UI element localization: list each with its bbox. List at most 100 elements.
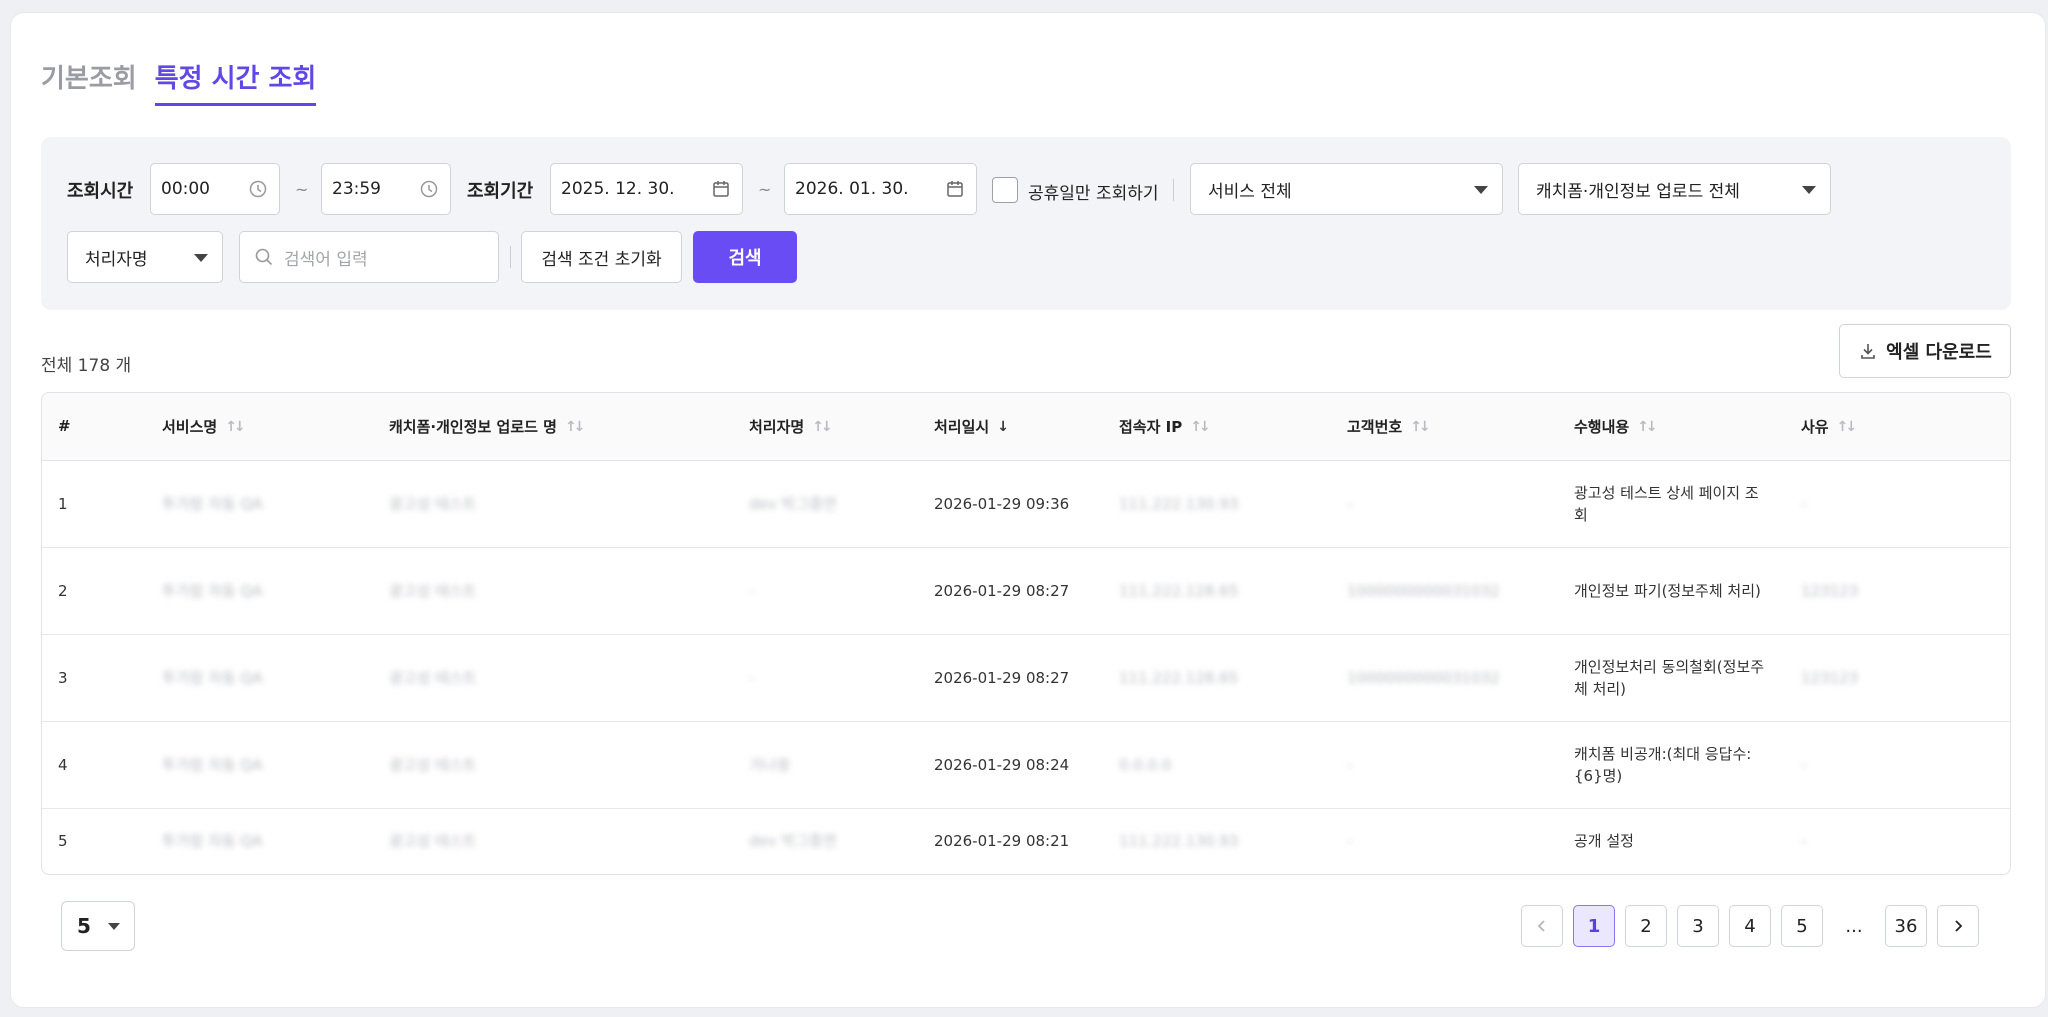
download-icon bbox=[1861, 344, 1875, 359]
caret-down-icon bbox=[1474, 186, 1488, 194]
cell-action: 개인정보 파기(정보주체 처리) bbox=[1574, 581, 1761, 600]
cell-no: 4 bbox=[58, 755, 68, 774]
cell-datetime: 2026-01-29 08:24 bbox=[934, 755, 1070, 774]
sort-desc-icon[interactable]: ↓ bbox=[997, 419, 1009, 435]
sort-icon[interactable]: ↑↓ bbox=[1837, 419, 1858, 435]
time-start-input[interactable]: 00:00 bbox=[150, 163, 280, 215]
excel-download-button[interactable]: 엑셀 다운로드 bbox=[1839, 324, 2011, 378]
cell-datetime: 2026-01-29 08:27 bbox=[934, 581, 1070, 600]
prev-page-button[interactable] bbox=[1521, 905, 1563, 947]
cell-reason: - bbox=[1801, 755, 1807, 774]
total-count: 전체 178 개 bbox=[41, 356, 132, 376]
sort-icon[interactable]: ↑↓ bbox=[1637, 419, 1658, 435]
clock-icon bbox=[249, 180, 267, 198]
cell-customer-no: 1000000000031032 bbox=[1347, 668, 1500, 687]
pagination: 1 2 3 4 5 ... 36 bbox=[1521, 905, 1979, 947]
col-header-datetime[interactable]: 처리일시 ↓ bbox=[918, 393, 1103, 460]
holiday-checkbox[interactable] bbox=[992, 177, 1018, 203]
data-table: # 서비스명 ↑↓ 캐치폼·개인정보 업로드 명 ↑↓ 처리자명 ↑↓ 처리일시 ↓ 접… bbox=[41, 392, 2011, 875]
cell-ip: 111.222.130.93 bbox=[1119, 831, 1239, 850]
cell-ip: 111.222.128.65 bbox=[1119, 581, 1239, 600]
page-button-36[interactable]: 36 bbox=[1885, 905, 1927, 947]
cell-action: 공개 설정 bbox=[1574, 831, 1634, 850]
cell-no: 3 bbox=[58, 668, 68, 687]
clock-icon bbox=[420, 180, 438, 198]
service-select[interactable]: 서비스 전체 bbox=[1190, 163, 1503, 215]
date-range-tilde: ~ bbox=[758, 180, 772, 199]
cell-service: 투가람 자동 QA bbox=[162, 581, 263, 600]
col-header-ip[interactable]: 접속자 IP ↑↓ bbox=[1103, 393, 1331, 460]
cell-datetime: 2026-01-29 08:27 bbox=[934, 668, 1070, 687]
date-start-input[interactable]: 2025. 12. 30. bbox=[550, 163, 743, 215]
page-button-3[interactable]: 3 bbox=[1677, 905, 1719, 947]
sort-icon[interactable]: ↑↓ bbox=[812, 419, 833, 435]
cell-service: 투가람 자동 QA bbox=[162, 831, 263, 850]
page-button-1[interactable]: 1 bbox=[1573, 905, 1615, 947]
table-row[interactable]: 5 투가람 자동 QA 광고성 테스트 dev 박그중연 2026-01-29 … bbox=[42, 808, 2010, 873]
calendar-icon bbox=[713, 181, 729, 197]
table-row[interactable]: 1 투가람 자동 QA 광고성 테스트 dev 박그중연 2026-01-29 … bbox=[42, 460, 2010, 547]
sort-icon[interactable]: ↑↓ bbox=[565, 419, 586, 435]
cell-ip: 111.222.128.65 bbox=[1119, 668, 1239, 687]
col-header-action[interactable]: 수행내용 ↑↓ bbox=[1558, 393, 1785, 460]
col-header-customer-no[interactable]: 고객번호 ↑↓ bbox=[1331, 393, 1558, 460]
cell-customer-no: - bbox=[1347, 494, 1353, 513]
reset-filters-button[interactable]: 검색 조건 초기화 bbox=[521, 231, 682, 283]
cell-no: 5 bbox=[58, 831, 68, 850]
sort-icon[interactable]: ↑↓ bbox=[225, 419, 246, 435]
col-header-handler[interactable]: 처리자명 ↑↓ bbox=[733, 393, 918, 460]
cell-service: 투가람 자동 QA bbox=[162, 668, 263, 687]
caret-down-icon bbox=[1802, 186, 1816, 194]
tab-specific-time-query[interactable]: 특정 시간 조회 bbox=[154, 54, 317, 106]
search-field-select[interactable]: 처리자명 bbox=[67, 231, 223, 283]
cell-handler: - bbox=[749, 581, 755, 600]
page-button-2[interactable]: 2 bbox=[1625, 905, 1667, 947]
cell-service: 투가람 자동 QA bbox=[162, 755, 263, 774]
col-header-reason[interactable]: 사유 ↑↓ bbox=[1785, 393, 2010, 460]
table-row[interactable]: 4 투가람 자동 QA 광고성 테스트 가나웅 2026-01-29 08:24… bbox=[42, 721, 2010, 808]
cell-service: 투가람 자동 QA bbox=[162, 494, 263, 513]
cell-handler: dev 박그중연 bbox=[749, 831, 837, 850]
tab-bar: 기본조회 특정 시간 조회 bbox=[41, 54, 317, 106]
next-page-button[interactable] bbox=[1937, 905, 1979, 947]
sort-icon[interactable]: ↑↓ bbox=[1190, 419, 1211, 435]
cell-upload-name: 광고성 테스트 bbox=[389, 668, 477, 687]
cell-reason: - bbox=[1801, 831, 1807, 850]
page-ellipsis: ... bbox=[1845, 915, 1863, 937]
table-header-row: # 서비스명 ↑↓ 캐치폼·개인정보 업로드 명 ↑↓ 처리자명 ↑↓ 처리일시 ↓ 접… bbox=[42, 393, 2010, 460]
time-end-input[interactable]: 23:59 bbox=[321, 163, 451, 215]
page-button-5[interactable]: 5 bbox=[1781, 905, 1823, 947]
cell-reason: 123123 bbox=[1801, 668, 1859, 687]
page-size-select[interactable]: 5 bbox=[61, 901, 135, 951]
divider bbox=[1173, 179, 1174, 201]
col-header-service[interactable]: 서비스명 ↑↓ bbox=[146, 393, 373, 460]
cell-customer-no: - bbox=[1347, 755, 1353, 774]
caret-down-icon bbox=[194, 254, 208, 262]
search-button[interactable]: 검색 bbox=[693, 231, 797, 283]
time-range-tilde: ~ bbox=[295, 180, 309, 199]
divider bbox=[510, 246, 511, 268]
cell-action: 캐치폼 비공개:(최대 응답수: {6}명) bbox=[1574, 744, 1752, 785]
search-icon bbox=[255, 248, 273, 266]
search-input[interactable]: 검색어 입력 bbox=[239, 231, 499, 283]
cell-no: 2 bbox=[58, 581, 68, 600]
cell-handler: - bbox=[749, 668, 755, 687]
col-header-no: # bbox=[58, 417, 71, 436]
cell-no: 1 bbox=[58, 494, 68, 513]
sort-icon[interactable]: ↑↓ bbox=[1410, 419, 1431, 435]
cell-action: 광고성 테스트 상세 페이지 조회 bbox=[1574, 483, 1759, 524]
cell-upload-name: 광고성 테스트 bbox=[389, 755, 477, 774]
page-button-4[interactable]: 4 bbox=[1729, 905, 1771, 947]
tab-basic-query[interactable]: 기본조회 bbox=[41, 54, 137, 106]
upload-select[interactable]: 캐치폼·개인정보 업로드 전체 bbox=[1518, 163, 1831, 215]
col-header-upload-name[interactable]: 캐치폼·개인정보 업로드 명 ↑↓ bbox=[373, 393, 733, 460]
calendar-icon bbox=[947, 181, 963, 197]
cell-upload-name: 광고성 테스트 bbox=[389, 581, 477, 600]
cell-customer-no: - bbox=[1347, 831, 1353, 850]
holiday-checkbox-label[interactable]: 공휴일만 조회하기 bbox=[1028, 179, 1159, 204]
table-row[interactable]: 3 투가람 자동 QA 광고성 테스트 - 2026-01-29 08:27 1… bbox=[42, 634, 2010, 721]
cell-reason: 123123 bbox=[1801, 581, 1859, 600]
table-row[interactable]: 2 투가람 자동 QA 광고성 테스트 - 2026-01-29 08:27 1… bbox=[42, 547, 2010, 634]
date-end-input[interactable]: 2026. 01. 30. bbox=[784, 163, 977, 215]
period-label: 조회기간 bbox=[467, 181, 534, 202]
